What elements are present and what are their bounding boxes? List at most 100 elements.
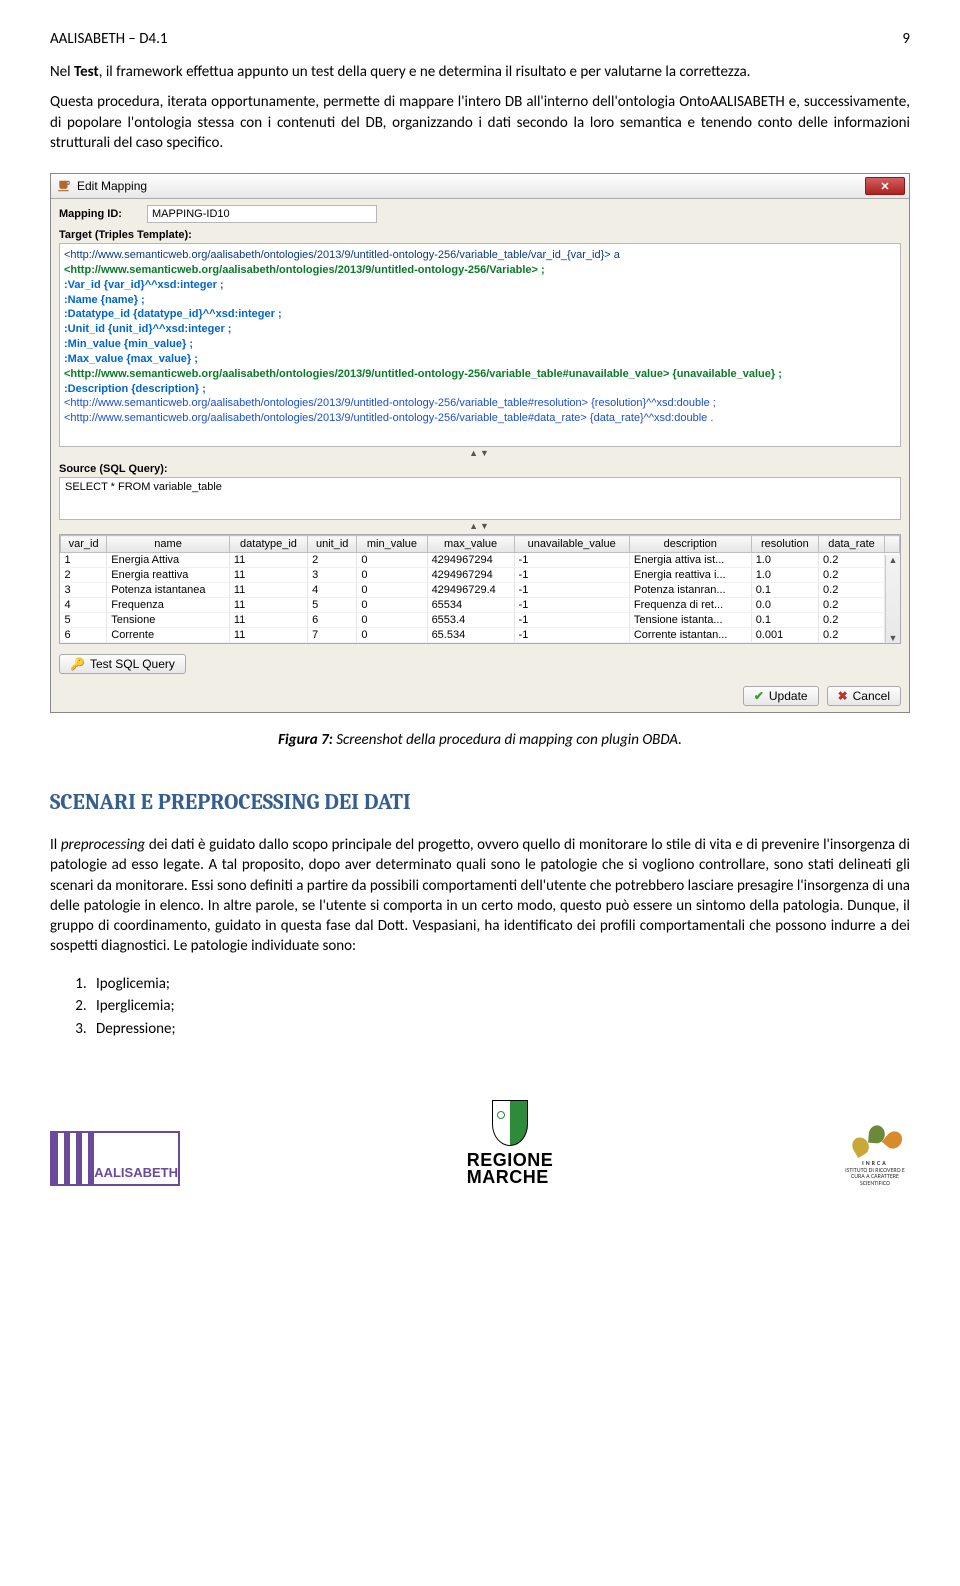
vertical-scrollbar[interactable]: ▲ ▼ [885, 555, 900, 643]
table-cell: 3 [308, 568, 357, 583]
cancel-button[interactable]: ✖ Cancel [827, 686, 901, 706]
table-cell: 6553.4 [427, 613, 514, 628]
splitter-handle-2[interactable]: ▲▼ [51, 520, 909, 532]
table-cell: 4 [308, 583, 357, 598]
column-header[interactable]: description [629, 536, 751, 553]
table-cell: 0 [357, 568, 427, 583]
results-grid: var_idnamedatatype_idunit_idmin_valuemax… [59, 534, 901, 644]
mapping-id-label: Mapping ID: [59, 208, 141, 220]
table-cell: 0.2 [819, 553, 885, 568]
table-cell: 0 [357, 613, 427, 628]
table-cell: -1 [514, 583, 629, 598]
table-cell: 11 [229, 568, 307, 583]
table-cell: Tensione [107, 613, 230, 628]
table-cell: Corrente istantan... [629, 628, 751, 643]
list-item: Iperglicemia; [90, 995, 910, 1018]
table-cell: 6 [61, 628, 107, 643]
column-header[interactable]: datatype_id [229, 536, 307, 553]
table-cell: 2 [61, 568, 107, 583]
table-cell: 0.0 [751, 598, 818, 613]
column-header[interactable]: data_rate [819, 536, 885, 553]
table-row[interactable]: 5Tensione11606553.4-1Tensione istanta...… [61, 613, 900, 628]
triple-line: <http://www.semanticweb.org/aalisabeth/o… [64, 411, 896, 426]
logo-regione-marche: REGIONE MARCHE [467, 1100, 554, 1186]
table-cell: 11 [229, 598, 307, 613]
column-header[interactable]: max_value [427, 536, 514, 553]
table-cell: 2 [308, 553, 357, 568]
table-cell: Potenza istantanea [107, 583, 230, 598]
column-header[interactable]: unavailable_value [514, 536, 629, 553]
splitter-handle-1[interactable]: ▲▼ [51, 447, 909, 459]
table-cell: 0 [357, 583, 427, 598]
table-row[interactable]: 3Potenza istantanea1140429496729.4-1Pote… [61, 583, 900, 598]
table-cell: 0.2 [819, 613, 885, 628]
table-cell: 3 [61, 583, 107, 598]
window-titlebar: Edit Mapping ✕ [51, 174, 909, 199]
table-cell: Potenza istanran... [629, 583, 751, 598]
triple-line: :Name {name} ; [64, 293, 896, 308]
screenshot-edit-mapping: Edit Mapping ✕ Mapping ID: MAPPING-ID10 … [50, 173, 910, 713]
logo-aalisabeth: AALISABETH [50, 1131, 180, 1186]
triple-line: :Min_value {min_value} ; [64, 337, 896, 352]
table-cell: Energia attiva ist... [629, 553, 751, 568]
triple-line: :Datatype_id {datatype_id}^^xsd:integer … [64, 307, 896, 322]
column-header[interactable]: unit_id [308, 536, 357, 553]
triple-line: :Max_value {max_value} ; [64, 352, 896, 367]
window-close-button[interactable]: ✕ [865, 177, 905, 195]
list-item: Depressione; [90, 1018, 910, 1041]
table-cell: 11 [229, 583, 307, 598]
close-icon: ✕ [880, 180, 889, 193]
table-row[interactable]: 4Frequenza115065534-1Frequenza di ret...… [61, 598, 900, 613]
column-header[interactable]: resolution [751, 536, 818, 553]
test-sql-button[interactable]: 🔑 Test SQL Query [59, 654, 186, 674]
table-row[interactable]: 2Energia reattiva11304294967294-1Energia… [61, 568, 900, 583]
triple-line: :Unit_id {unit_id}^^xsd:integer ; [64, 322, 896, 337]
mapping-id-input[interactable]: MAPPING-ID10 [147, 205, 377, 223]
column-header[interactable]: min_value [357, 536, 427, 553]
table-row[interactable]: 6Corrente117065.534-1Corrente istantan..… [61, 628, 900, 643]
table-cell: 4 [61, 598, 107, 613]
table-cell: -1 [514, 613, 629, 628]
table-row[interactable]: 1Energia Attiva11204294967294-1Energia a… [61, 553, 900, 568]
page-number: 9 [902, 30, 910, 48]
triple-line: <http://www.semanticweb.org/aalisabeth/o… [64, 248, 896, 263]
table-cell: 0 [357, 553, 427, 568]
table-cell: 5 [308, 598, 357, 613]
table-cell: 5 [61, 613, 107, 628]
column-header[interactable]: var_id [61, 536, 107, 553]
flower-icon [854, 1126, 896, 1158]
table-cell: 6 [308, 613, 357, 628]
table-cell: 0.2 [819, 568, 885, 583]
update-button[interactable]: ✔ Update [743, 686, 819, 706]
source-section-label: Source (SQL Query): [51, 459, 909, 477]
triple-line: :Description {description} ; [64, 382, 896, 397]
doc-title: AALISABETH – D4.1 [50, 30, 168, 48]
table-cell: 1.0 [751, 553, 818, 568]
triple-line: :Var_id {var_id}^^xsd:integer ; [64, 278, 896, 293]
table-cell: Energia reattiva [107, 568, 230, 583]
sql-query-textarea[interactable]: SELECT * FROM variable_table [59, 477, 901, 520]
check-icon: ✔ [754, 689, 764, 703]
paragraph-intro: Nel Test, il framework effettua appunto … [50, 62, 910, 82]
table-cell: 1.0 [751, 568, 818, 583]
table-cell: 11 [229, 628, 307, 643]
table-cell: Corrente [107, 628, 230, 643]
table-cell: 0.1 [751, 613, 818, 628]
paragraph-preprocessing: Il preprocessing dei dati è guidato dall… [50, 835, 910, 957]
column-header[interactable]: name [107, 536, 230, 553]
table-cell: -1 [514, 568, 629, 583]
list-item: Ipoglicemia; [90, 973, 910, 996]
table-cell: 4294967294 [427, 553, 514, 568]
triples-template-textarea[interactable]: <http://www.semanticweb.org/aalisabeth/o… [59, 243, 901, 447]
table-cell: Tensione istanta... [629, 613, 751, 628]
logo-inrca: INRCA ISTITUTO DI RICOVERO E CURA A CARA… [840, 1126, 910, 1186]
cross-icon: ✖ [838, 689, 848, 703]
table-cell: 0.2 [819, 628, 885, 643]
table-cell: Energia Attiva [107, 553, 230, 568]
table-cell: 0.2 [819, 583, 885, 598]
target-section-label: Target (Triples Template): [51, 225, 909, 243]
scroll-up-icon: ▲ [889, 555, 898, 565]
triple-line: <http://www.semanticweb.org/aalisabeth/o… [64, 396, 896, 411]
section-heading: SCENARI E PREPROCESSING DEI DATI [50, 789, 910, 815]
table-cell: 11 [229, 553, 307, 568]
